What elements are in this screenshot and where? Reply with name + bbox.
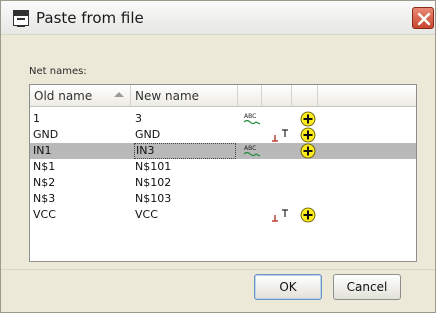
new-name-cell[interactable]: VCC: [135, 207, 158, 223]
old-name-cell: 1: [33, 112, 40, 125]
table-row[interactable]: N$3 N$103: [30, 191, 416, 207]
new-name-cell[interactable]: N$103: [135, 191, 171, 207]
column-header-new-name[interactable]: New name: [131, 85, 238, 106]
add-plus-icon[interactable]: [300, 111, 316, 127]
old-name-cell: IN1: [33, 144, 52, 157]
paste-from-file-dialog: Paste from file Net names: Old name New …: [0, 0, 436, 313]
column-header-old-name[interactable]: Old name: [30, 85, 131, 106]
table-row[interactable]: N$1 N$101: [30, 159, 416, 175]
abc-rename-icon[interactable]: ABC: [243, 111, 263, 127]
footer-divider: [1, 269, 435, 270]
table-row[interactable]: GND GND: [30, 127, 416, 143]
dialog-title: Paste from file: [36, 9, 144, 27]
old-name-cell: GND: [33, 128, 59, 141]
column-header-label: New name: [135, 89, 200, 103]
new-name-cell[interactable]: 3: [135, 111, 142, 127]
new-name-cell[interactable]: N$101: [135, 159, 171, 175]
net-names-list[interactable]: Old name New name 1 3 ABC GND GND IN1 IN3 ABC N$…: [29, 84, 417, 262]
add-plus-icon[interactable]: [300, 143, 316, 159]
column-header-add[interactable]: [292, 85, 318, 106]
close-icon: [417, 12, 431, 26]
svg-text:ABC: ABC: [244, 113, 256, 120]
cancel-button[interactable]: Cancel: [333, 274, 401, 300]
add-plus-icon[interactable]: [300, 207, 316, 223]
table-row[interactable]: N$2 N$102: [30, 175, 416, 191]
table-row[interactable]: VCC VCC: [30, 207, 416, 223]
net-names-label: Net names:: [29, 66, 87, 77]
column-header-label: Old name: [34, 89, 93, 103]
title-bar[interactable]: Paste from file: [1, 1, 435, 35]
column-header-abc[interactable]: [238, 85, 262, 106]
column-header-terminal[interactable]: [262, 85, 292, 106]
new-name-cell[interactable]: N$102: [135, 175, 171, 191]
abc-rename-icon[interactable]: ABC: [243, 143, 263, 159]
close-button[interactable]: [412, 7, 434, 29]
sort-ascending-icon: [114, 92, 124, 97]
paste-window-icon: [13, 10, 29, 27]
supply-terminal-icon[interactable]: [270, 207, 292, 223]
list-header: Old name New name: [30, 85, 416, 107]
svg-text:ABC: ABC: [244, 145, 256, 152]
add-plus-icon[interactable]: [300, 127, 316, 143]
new-name-cell[interactable]: IN3: [134, 143, 236, 159]
supply-terminal-icon[interactable]: [270, 127, 292, 143]
old-name-cell: N$3: [33, 192, 56, 205]
table-row[interactable]: IN1 IN3 ABC: [30, 143, 416, 159]
old-name-cell: N$2: [33, 176, 56, 189]
old-name-cell: VCC: [33, 208, 56, 221]
table-row[interactable]: 1 3 ABC: [30, 111, 416, 127]
old-name-cell: N$1: [33, 160, 56, 173]
new-name-cell[interactable]: GND: [135, 127, 160, 143]
ok-button[interactable]: OK: [254, 274, 322, 300]
